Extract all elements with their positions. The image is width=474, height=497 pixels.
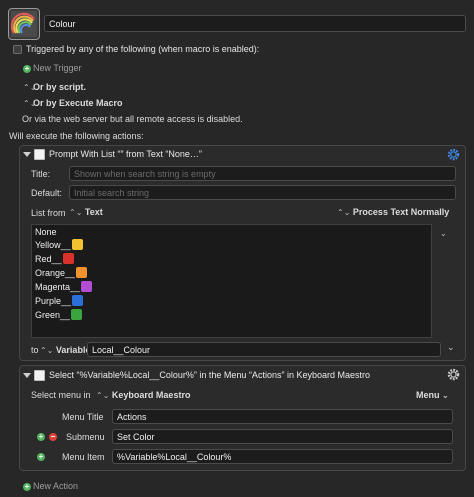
action1-gear-icon[interactable] [447, 148, 460, 161]
default-field[interactable]: Initial search string [69, 185, 456, 200]
list-item: Red__ [35, 252, 74, 265]
list-from-popup[interactable]: ⌃⌄ Text [69, 207, 103, 217]
submenu-label: Submenu [66, 432, 105, 442]
list-item-label: Red__ [35, 253, 62, 264]
menu-title-value: Actions [117, 411, 147, 422]
list-item: Orange__ [35, 266, 88, 279]
list-item-label: Magenta__ [35, 281, 81, 292]
menu-popup-label: Menu [416, 390, 440, 400]
process-text-value: Process Text Normally [352, 207, 450, 217]
macro-icon[interactable] [8, 8, 40, 40]
title-field[interactable]: Shown when search string is empty [69, 166, 456, 181]
list-item: Green__ [35, 308, 83, 321]
action2-title: Select “%Variable%Local__Colour%” in the… [49, 370, 370, 380]
will-execute-label: Will execute the following actions: [9, 131, 144, 141]
list-item: Purple__ [35, 294, 84, 307]
variable-name-field[interactable]: Local__Colour [87, 342, 441, 357]
to-label: to [31, 345, 39, 355]
select-menu-label: Select menu in [31, 390, 91, 400]
process-text-chevron-icon: ⌃⌄ [337, 208, 351, 217]
list-from-value: Text [84, 207, 103, 217]
new-action-link[interactable]: New Action [33, 481, 78, 491]
variable-label: Variable [55, 345, 91, 355]
app-popup[interactable]: ⌃⌄ Keyboard Maestro [96, 390, 190, 400]
orange-swatch-icon [76, 267, 88, 278]
new-action-plus-icon[interactable]: + [23, 483, 31, 491]
by-script-label[interactable]: Or by script. [33, 82, 86, 92]
list-from-chevron-icon: ⌃⌄ [69, 208, 83, 217]
list-item-label: Green__ [35, 309, 71, 320]
action1-title: Prompt With List “” from Text “None…” [49, 149, 202, 159]
default-label: Default: [31, 188, 63, 198]
magenta-swatch-icon [81, 281, 93, 292]
yellow-swatch-icon [71, 239, 83, 250]
menu-item-label: Menu Item [62, 452, 105, 462]
web-server-label: Or via the web server but all remote acc… [22, 114, 243, 124]
list-item-label: Purple__ [35, 295, 72, 306]
menu-popup[interactable]: Menu ⌄ [416, 390, 449, 400]
menu-popup-chevron-icon: ⌄ [442, 391, 449, 400]
app-value: Keyboard Maestro [111, 390, 191, 400]
purple-swatch-icon [72, 295, 84, 306]
rainbow-icon [11, 11, 37, 37]
list-from-label: List from [31, 208, 66, 218]
title-label: Title: [31, 169, 51, 179]
list-item-label: None [35, 226, 57, 237]
app-chevron-icon: ⌃⌄ [96, 391, 110, 400]
green-swatch-icon [71, 309, 83, 320]
variable-popup[interactable]: ⌃⌄ Variable [40, 345, 90, 355]
variable-chevron-icon: ⌃⌄ [40, 346, 54, 355]
menu-title-label: Menu Title [62, 412, 104, 422]
prompt-action-icon [34, 149, 45, 160]
list-expand-chevron-icon[interactable]: ⌄ [440, 229, 448, 239]
variable-name-value: Local__Colour [92, 344, 151, 355]
action2-disclosure-icon[interactable] [23, 373, 31, 378]
triggered-label: Triggered by any of the following (when … [26, 44, 260, 54]
menu-item-field[interactable]: %Variable%Local__Colour% [112, 449, 453, 464]
action1-disclosure-icon[interactable] [23, 152, 31, 157]
new-trigger-link[interactable]: New Trigger [33, 63, 82, 73]
list-item: Magenta__ [35, 280, 93, 293]
action2-gear-icon[interactable] [447, 368, 460, 381]
menu-action-icon [34, 370, 45, 381]
add-menu-item-icon[interactable]: + [37, 453, 45, 461]
process-text-popup[interactable]: ⌃⌄ Process Text Normally [337, 207, 449, 217]
variable-menu-chevron-icon[interactable]: ⌄ [447, 342, 455, 353]
title-placeholder: Shown when search string is empty [74, 168, 216, 179]
add-submenu-icon[interactable]: + [37, 433, 45, 441]
menu-item-value: %Variable%Local__Colour% [117, 451, 232, 462]
list-item: None [35, 225, 57, 238]
triggered-checkbox[interactable] [13, 45, 22, 54]
submenu-value: Set Color [117, 431, 155, 442]
list-item: Yellow__ [35, 238, 83, 251]
macro-name-field[interactable]: Colour [44, 15, 466, 32]
submenu-field[interactable]: Set Color [112, 429, 453, 444]
macro-name-value: Colour [49, 18, 76, 29]
list-item-label: Orange__ [35, 267, 76, 278]
by-execute-macro-label[interactable]: Or by Execute Macro [33, 98, 123, 108]
default-placeholder: Initial search string [74, 187, 150, 198]
red-swatch-icon [62, 253, 74, 264]
menu-title-field[interactable]: Actions [112, 409, 453, 424]
remove-submenu-icon[interactable]: − [49, 433, 57, 441]
new-trigger-plus-icon[interactable]: + [23, 65, 31, 73]
list-item-label: Yellow__ [35, 239, 71, 250]
